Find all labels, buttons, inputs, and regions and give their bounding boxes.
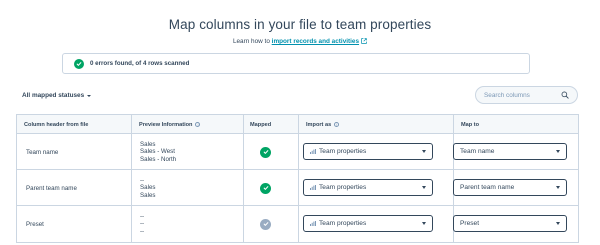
dropdown-caret-icon [556,150,560,153]
table-header: Column header from file Preview Informat… [17,115,578,134]
properties-icon [310,149,316,154]
info-icon[interactable]: i [195,122,201,127]
check-circle-icon [260,146,271,158]
page-title: Map columns in your file to team propert… [168,17,432,32]
properties-icon [310,185,316,190]
import-as-select[interactable]: Team properties [303,179,433,196]
mapped-status-filter[interactable]: All mapped statuses [22,92,92,99]
import-as-select[interactable]: Team properties [303,143,433,160]
check-circle-muted-icon [260,218,271,230]
mapped-heading: Mapped [250,121,272,128]
import-as-heading: Import as i [299,115,457,134]
mapped-cell [260,170,271,206]
filter-label: All mapped statuses [22,92,85,99]
table-row: Parent team name -- Sales Sales Team pro… [17,170,578,206]
import-as-select[interactable]: Team properties [303,215,433,232]
search-icon[interactable] [561,91,569,99]
column-header-from-file-heading: Column header from file [24,121,89,128]
map-to-heading: Map to [461,121,480,128]
map-to-select[interactable]: Preset [453,215,567,232]
column-mapping-table: Column header from file Preview Informat… [16,114,579,243]
dropdown-caret-icon [556,186,560,189]
learn-more-prefix: Learn how to [232,38,270,45]
mapped-cell [260,206,271,242]
map-to-select[interactable]: Parent team name [453,179,567,196]
check-circle-icon [260,182,271,194]
map-to-select[interactable]: Team name [453,143,567,160]
dropdown-caret-icon [556,222,560,225]
preview-cell: -- Sales Sales [140,176,156,199]
learn-more-text: Learn how to import records and activiti… [0,38,600,45]
column-header-cell: Preset [26,220,44,228]
preview-cell: -- -- -- [140,212,145,235]
dropdown-caret-icon [422,150,426,153]
mapped-cell [260,134,271,170]
column-header-cell: Parent team name [26,184,77,192]
dropdown-caret-icon [422,222,426,225]
properties-icon [310,221,316,226]
column-header-cell: Team name [26,148,59,156]
search-columns-input[interactable]: Search columns [475,86,578,104]
dropdown-caret-icon [422,186,426,189]
scan-result-banner: 0 errors found, of 4 rows scanned [62,53,530,74]
preview-information-heading: Preview Information i [132,115,243,134]
scan-result-text: 0 errors found, of 4 rows scanned [90,60,190,67]
import-records-link[interactable]: import records and activities [272,38,359,45]
search-placeholder: Search columns [484,91,530,99]
external-link-icon[interactable] [361,38,367,44]
success-check-icon [74,58,84,69]
preview-cell: Sales Sales - West Sales - North [140,140,177,163]
table-row: Team name Sales Sales - West Sales - Nor… [17,134,578,170]
caret-down-icon [87,94,92,97]
table-row: Preset -- -- -- Team properties Preset [17,206,578,242]
info-icon[interactable]: i [334,122,340,127]
